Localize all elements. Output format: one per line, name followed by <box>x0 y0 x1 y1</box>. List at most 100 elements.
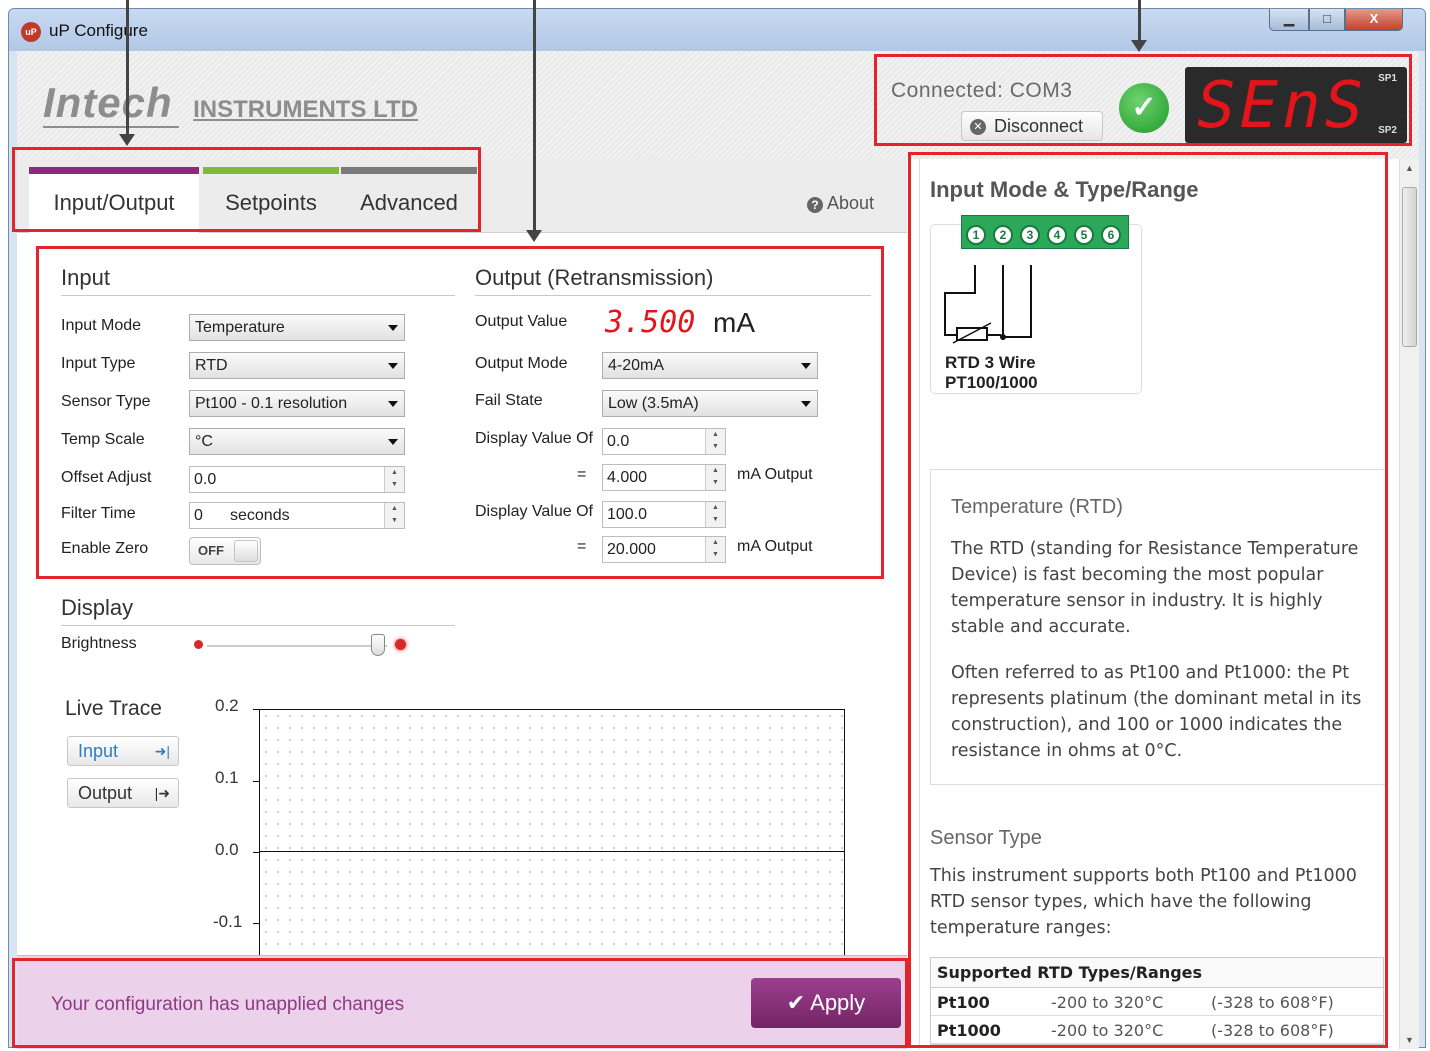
table-row: Pt100 -200 to 320°C (-328 to 608°F) <box>931 988 1383 1016</box>
rtd-ranges-table: Supported RTD Types/Ranges Pt100 -200 to… <box>930 957 1384 1045</box>
output-section-title: Output (Retransmission) <box>475 265 714 290</box>
table-header: Supported RTD Types/Ranges <box>931 958 1383 988</box>
arrow-in-icon: ➜| <box>154 743 170 759</box>
offset-adjust-input[interactable]: 0.0 ▲ ▼ <box>189 466 405 493</box>
trace-output-label: Output <box>78 783 133 803</box>
enable-zero-toggle[interactable]: OFF <box>189 537 261 565</box>
table-cell-type: Pt100 <box>937 993 990 1012</box>
pointer-arrow-icon <box>526 230 542 242</box>
rtd-wiring-icon <box>944 265 1032 344</box>
display-value-of-value-2: 100.0 <box>607 506 648 523</box>
chevron-down-icon <box>388 325 398 331</box>
zero-line <box>259 851 845 852</box>
y-tick-mark <box>253 923 259 924</box>
fail-state-select[interactable]: Low (3.5mA) <box>602 390 818 417</box>
about-link[interactable]: ? About <box>807 193 874 214</box>
display-value-of-label-1: Display Value Of <box>475 430 593 447</box>
display-value-of-input-2[interactable]: 100.0 ▲ ▼ <box>602 501 726 528</box>
ma-output-input-2[interactable]: 20.000 ▲ ▼ <box>602 536 726 563</box>
toggle-knob <box>234 540 258 562</box>
table-row: Pt1000 -200 to 320°C (-328 to 608°F) <box>931 1016 1383 1044</box>
equals-sign-1: = <box>577 466 587 483</box>
sp2-indicator: SP2 <box>1378 125 1397 136</box>
ma-output-label-2: mA Output <box>737 538 813 555</box>
minimize-button[interactable]: ▁ <box>1269 9 1309 31</box>
output-value-label: Output Value <box>475 313 568 330</box>
display-value-of-label-2: Display Value Of <box>475 503 593 520</box>
led-display-text: SEnS <box>1197 69 1368 143</box>
tab-input-output[interactable]: Input/Output <box>29 167 199 233</box>
display-value-of-value-1: 0.0 <box>607 433 630 450</box>
spinner-arrows-icon[interactable]: ▲ ▼ <box>384 503 404 528</box>
scrollbar-thumb[interactable] <box>1402 187 1417 347</box>
help-panel: Input Mode & Type/Range 1 2 3 4 5 6 RTD … <box>919 159 1419 1049</box>
disconnect-label: Disconnect <box>994 116 1084 136</box>
brightness-min-icon <box>194 640 203 649</box>
apply-button[interactable]: ✔ Apply <box>751 978 901 1028</box>
trace-output-button[interactable]: Output |➜ <box>67 778 179 808</box>
help-icon: ? <box>807 197 823 213</box>
ma-output-input-1[interactable]: 4.000 ▲ ▼ <box>602 464 726 491</box>
brightness-label: Brightness <box>61 635 137 652</box>
client-area: Intech INSTRUMENTS LTD Connected: COM3 ✕… <box>17 51 1419 1049</box>
sp1-indicator: SP1 <box>1378 73 1397 84</box>
pointer-line <box>126 0 129 134</box>
brightness-max-icon <box>395 639 406 650</box>
filter-time-unit: seconds <box>230 507 290 524</box>
spinner-arrows-icon[interactable]: ▲ ▼ <box>705 502 725 527</box>
tab-advanced[interactable]: Advanced <box>341 167 477 232</box>
spinner-arrows-icon[interactable]: ▲ ▼ <box>384 467 404 492</box>
brightness-slider-track[interactable] <box>207 645 387 647</box>
trace-input-button[interactable]: Input ➜| <box>67 736 179 766</box>
input-type-label: Input Type <box>61 355 136 372</box>
arrow-out-icon: |➜ <box>154 785 170 801</box>
input-type-select[interactable]: RTD <box>189 352 405 379</box>
app-icon: uP <box>21 22 41 42</box>
output-mode-label: Output Mode <box>475 355 568 372</box>
led-display: SEnS SP1 SP2 <box>1185 67 1407 143</box>
diagram-caption-line-1: RTD 3 Wire <box>945 353 1036 372</box>
equals-sign-2: = <box>577 538 587 555</box>
ma-output-value-1: 4.000 <box>607 469 648 486</box>
title-bar: uP uP Configure ▁ □ X <box>9 9 1425 51</box>
sensor-type-select[interactable]: Pt100 - 0.1 resolution <box>189 390 405 417</box>
y-tick-mark <box>253 852 259 853</box>
output-value-readout: 3.500 <box>605 305 696 340</box>
scroll-down-icon[interactable]: ▼ <box>1405 1035 1414 1045</box>
spinner-arrows-icon[interactable]: ▲ ▼ <box>705 429 725 454</box>
input-divider <box>61 295 455 296</box>
spinner-arrows-icon[interactable]: ▲ ▼ <box>705 465 725 490</box>
brightness-slider-thumb[interactable] <box>371 634 385 656</box>
display-value-of-input-1[interactable]: 0.0 ▲ ▼ <box>602 428 726 455</box>
header: Intech INSTRUMENTS LTD Connected: COM3 ✕… <box>17 51 1419 159</box>
info-paragraph-2: Often referred to as Pt100 and Pt1000: t… <box>951 663 1362 761</box>
output-mode-select[interactable]: 4-20mA <box>602 352 818 379</box>
ma-output-value-2: 20.000 <box>607 541 656 558</box>
filter-time-label: Filter Time <box>61 505 136 522</box>
table-cell-type: Pt1000 <box>937 1021 1001 1040</box>
pointer-arrow-icon <box>1131 40 1147 52</box>
chevron-down-icon <box>801 363 811 369</box>
temp-scale-select[interactable]: °C <box>189 428 405 455</box>
input-section-title: Input <box>61 265 110 290</box>
trace-input-label: Input <box>78 741 119 761</box>
filter-time-input[interactable]: 0 seconds ▲ ▼ <box>189 502 405 529</box>
spinner-arrows-icon[interactable]: ▲ ▼ <box>705 537 725 562</box>
scroll-up-icon[interactable]: ▲ <box>1405 163 1414 173</box>
input-mode-select[interactable]: Temperature <box>189 314 405 341</box>
maximize-button[interactable]: □ <box>1309 9 1345 31</box>
y-tick-label: -0.1 <box>213 912 243 931</box>
output-mode-value: 4-20mA <box>608 357 665 374</box>
info-paragraph-1: The RTD (standing for Resistance Tempera… <box>951 539 1359 637</box>
info-title: Temperature (RTD) <box>951 496 1123 518</box>
close-button[interactable]: X <box>1345 9 1403 31</box>
help-scrollbar[interactable]: ▲ ▼ <box>1399 159 1419 1049</box>
y-tick-mark <box>253 709 259 710</box>
tab-setpoints[interactable]: Setpoints <box>203 167 339 232</box>
temp-scale-label: Temp Scale <box>61 431 145 448</box>
offset-adjust-value: 0.0 <box>194 471 217 488</box>
display-divider <box>61 625 455 626</box>
disconnect-button[interactable]: ✕ Disconnect <box>961 111 1103 141</box>
input-type-value: RTD <box>195 357 228 374</box>
y-tick-label: 0.2 <box>215 696 239 715</box>
